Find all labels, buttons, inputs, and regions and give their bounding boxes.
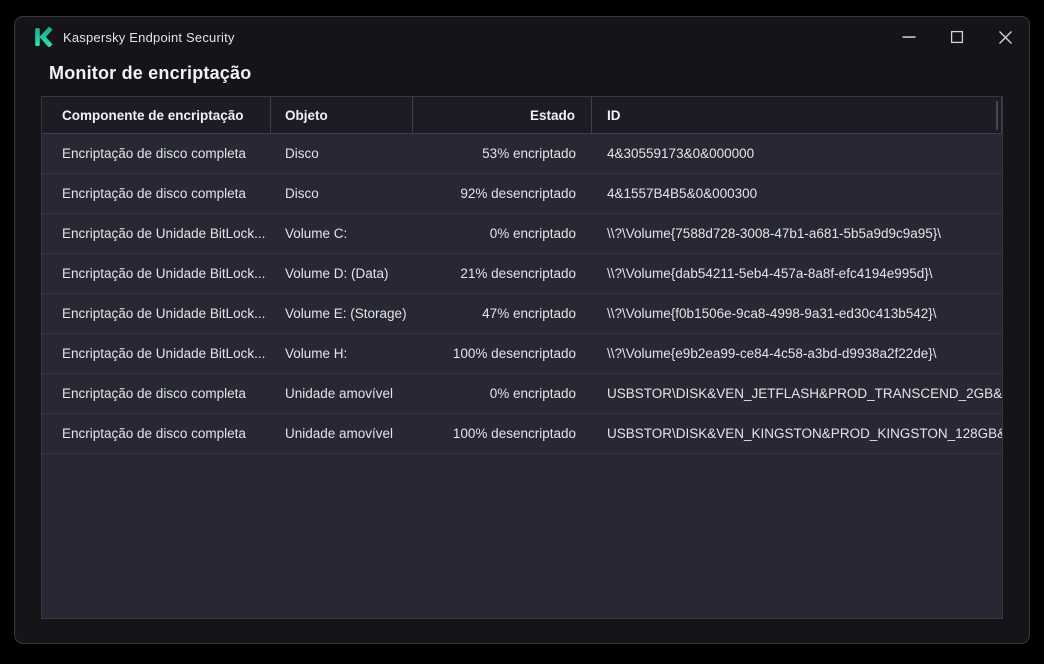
column-header-id[interactable]: ID — [592, 97, 1002, 133]
table-scrollbar[interactable] — [996, 101, 998, 130]
cell-objeto: Volume D: (Data) — [285, 266, 389, 281]
table-row[interactable]: Encriptação de Unidade BitLock... Volume… — [42, 254, 1002, 294]
cell-id: \\?\Volume{e9b2ea99-ce84-4c58-a3bd-d9938… — [607, 346, 937, 361]
cell-objeto: Volume E: (Storage) — [285, 306, 407, 321]
cell-componente: Encriptação de Unidade BitLock... — [62, 226, 266, 241]
cell-estado: 100% desencriptado — [452, 426, 576, 441]
cell-componente: Encriptação de Unidade BitLock... — [62, 306, 266, 321]
table-row[interactable]: Encriptação de disco completa Disco 92% … — [42, 174, 1002, 214]
column-header-objeto[interactable]: Objeto — [271, 97, 413, 133]
close-button[interactable] — [981, 17, 1029, 57]
cell-id: \\?\Volume{7588d728-3008-47b1-a681-5b5a9… — [607, 226, 942, 241]
cell-estado: 100% desencriptado — [452, 346, 576, 361]
column-header-componente[interactable]: Componente de encriptação — [42, 97, 271, 133]
minimize-icon — [902, 36, 916, 38]
cell-objeto: Unidade amovível — [285, 386, 394, 401]
cell-id: \\?\Volume{f0b1506e-9ca8-4998-9a31-ed30c… — [607, 306, 937, 321]
cell-componente: Encriptação de Unidade BitLock... — [62, 346, 266, 361]
titlebar[interactable]: Kaspersky Endpoint Security — [15, 17, 1029, 57]
cell-objeto: Disco — [285, 186, 319, 201]
encryption-monitor-table: Componente de encriptação Objeto Estado … — [41, 96, 1003, 619]
cell-estado: 21% desencriptado — [460, 266, 576, 281]
cell-componente: Encriptação de disco completa — [62, 426, 246, 441]
cell-estado: 0% encriptado — [489, 386, 576, 401]
cell-estado: 0% encriptado — [489, 226, 576, 241]
table-header-row: Componente de encriptação Objeto Estado … — [42, 97, 1002, 134]
cell-id: \\?\Volume{dab54211-5eb4-457a-8a8f-efc41… — [607, 266, 933, 281]
table-row[interactable]: Encriptação de Unidade BitLock... Volume… — [42, 334, 1002, 374]
kaspersky-k-logo-icon — [33, 27, 53, 47]
table-row[interactable]: Encriptação de disco completa Disco 53% … — [42, 134, 1002, 174]
cell-id: USBSTOR\DISK&VEN_JETFLASH&PROD_TRANSCEND… — [607, 386, 1002, 401]
cell-componente: Encriptação de Unidade BitLock... — [62, 266, 266, 281]
column-header-estado[interactable]: Estado — [413, 97, 592, 133]
table-row[interactable]: Encriptação de Unidade BitLock... Volume… — [42, 214, 1002, 254]
table-row[interactable]: Encriptação de Unidade BitLock... Volume… — [42, 294, 1002, 334]
table-row[interactable]: Encriptação de disco completa Unidade am… — [42, 414, 1002, 454]
maximize-button[interactable] — [933, 17, 981, 57]
cell-estado: 47% encriptado — [482, 306, 576, 321]
maximize-icon — [950, 30, 964, 44]
app-window: Kaspersky Endpoint Security Monitor de e… — [14, 16, 1030, 644]
minimize-button[interactable] — [885, 17, 933, 57]
cell-componente: Encriptação de disco completa — [62, 386, 246, 401]
cell-id: 4&1557B4B5&0&000300 — [607, 186, 758, 201]
table-body: Encriptação de disco completa Disco 53% … — [42, 134, 1002, 454]
page-title: Monitor de encriptação — [49, 63, 252, 83]
cell-objeto: Unidade amovível — [285, 426, 394, 441]
cell-id: 4&30559173&0&000000 — [607, 146, 755, 161]
cell-estado: 92% desencriptado — [460, 186, 576, 201]
window-controls — [885, 17, 1029, 57]
cell-estado: 53% encriptado — [482, 146, 576, 161]
close-icon — [998, 30, 1012, 44]
cell-componente: Encriptação de disco completa — [62, 186, 246, 201]
cell-objeto: Disco — [285, 146, 319, 161]
window-title: Kaspersky Endpoint Security — [63, 29, 235, 45]
cell-objeto: Volume H: — [285, 346, 348, 361]
desktop-background: Kaspersky Endpoint Security Monitor de e… — [0, 0, 1044, 664]
cell-componente: Encriptação de disco completa — [62, 146, 246, 161]
cell-objeto: Volume C: — [285, 226, 348, 241]
cell-id: USBSTOR\DISK&VEN_KINGSTON&PROD_KINGSTON_… — [607, 426, 1002, 441]
table-row[interactable]: Encriptação de disco completa Unidade am… — [42, 374, 1002, 414]
